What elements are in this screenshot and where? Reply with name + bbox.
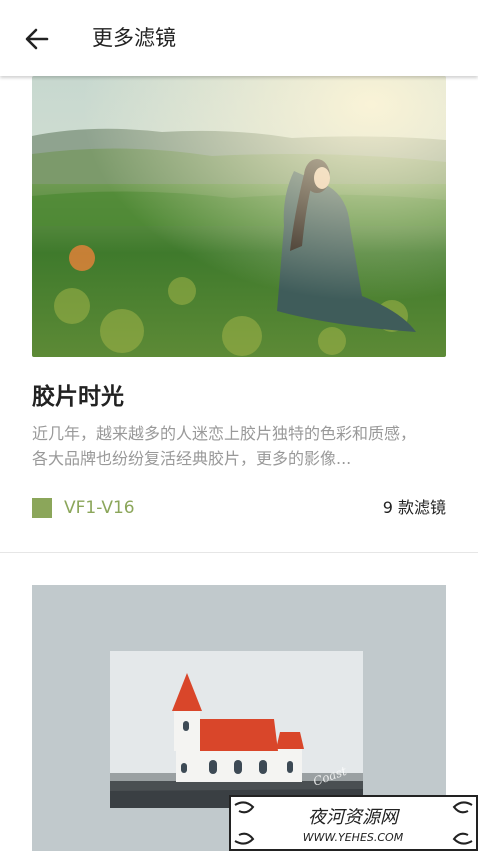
filter-color-swatch <box>32 498 52 518</box>
arrow-left-icon <box>25 28 49 50</box>
site-watermark: 夜河资源网 WWW.YEHES.COM <box>229 795 478 851</box>
top-app-bar: 更多滤镜 <box>0 0 478 76</box>
filter-code: VF1-V16 <box>64 498 135 518</box>
back-button[interactable] <box>20 22 54 56</box>
filter-card[interactable]: 胶片时光 近几年，越来越多的人迷恋上胶片独特的色彩和质感，各大品牌也纷纷复活经典… <box>0 76 478 553</box>
filter-count: 9 款滤镜 <box>382 498 446 517</box>
watermark-url: WWW.YEHES.COM <box>303 831 404 844</box>
church-photo: Coast <box>110 651 363 808</box>
filter-cover-image <box>32 76 446 357</box>
watermark-title: 夜河资源网 <box>308 807 400 828</box>
page-title: 更多滤镜 <box>92 26 176 50</box>
filter-title: 胶片时光 <box>32 384 124 410</box>
filter-description: 近几年，越来越多的人迷恋上胶片独特的色彩和质感，各大品牌也纷纷复活经典胶片，更多… <box>32 424 417 468</box>
